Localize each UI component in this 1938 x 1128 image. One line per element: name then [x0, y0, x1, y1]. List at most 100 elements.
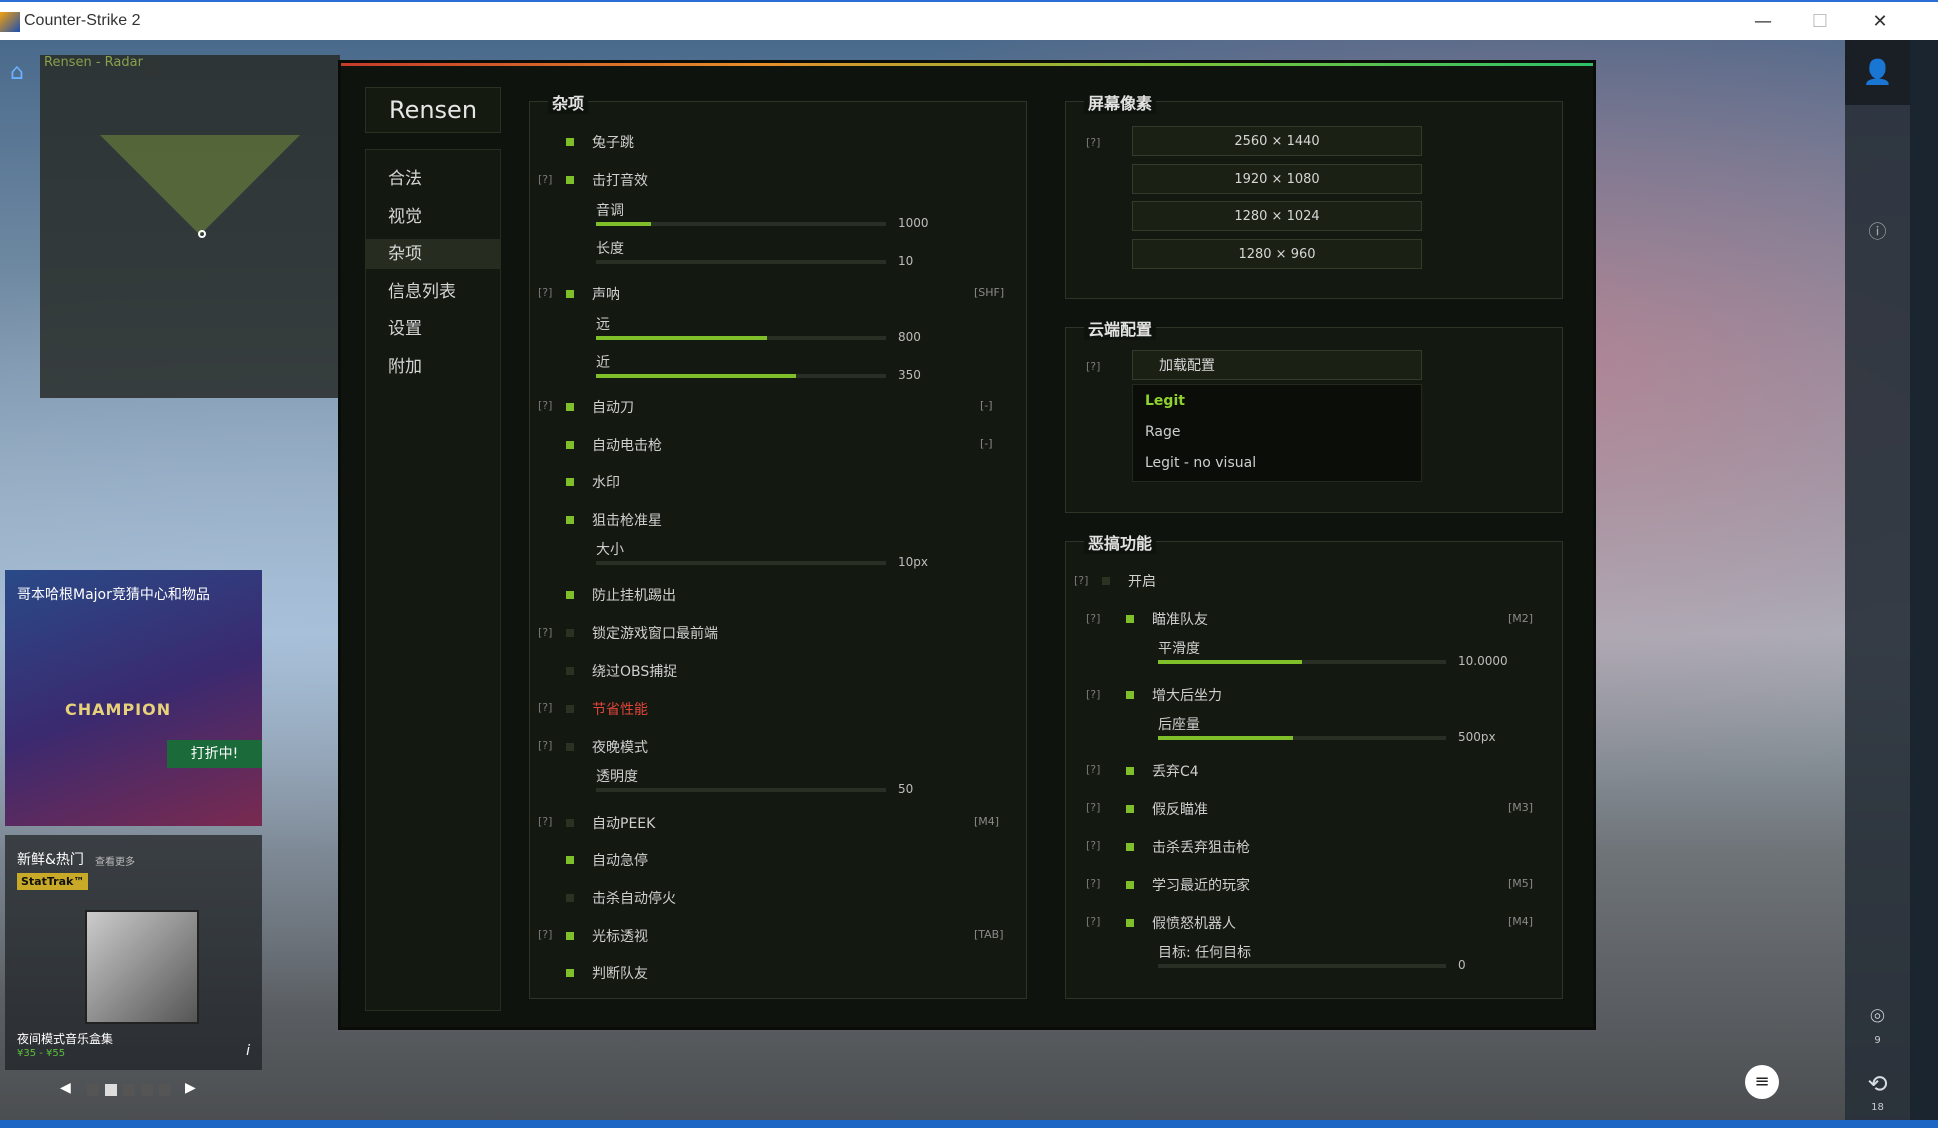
- tab-misc[interactable]: 杂项: [366, 239, 500, 269]
- help-icon[interactable]: [?]: [538, 815, 552, 828]
- slider-size[interactable]: [596, 561, 886, 565]
- checkbox-sonar[interactable]: [566, 290, 574, 298]
- taskbar-strip: [0, 1120, 1938, 1128]
- config-option[interactable]: Rage: [1145, 424, 1181, 440]
- filters-icon[interactable]: ≡: [1745, 1065, 1779, 1099]
- info-icon[interactable]: i: [246, 1043, 250, 1059]
- pager-dot-active[interactable]: [105, 1084, 117, 1096]
- checkbox-bunnyhop[interactable]: [566, 138, 574, 146]
- broadcast-icon[interactable]: ⌾: [1845, 1002, 1910, 1030]
- tab-visual[interactable]: 视觉: [366, 202, 500, 232]
- checkbox-mimic[interactable]: [1126, 881, 1134, 889]
- resolution-group: 屏幕像素 [?] 2560 × 1440 1920 × 1080 1280 × …: [1065, 90, 1563, 299]
- slider-length[interactable]: [596, 260, 886, 264]
- resolution-button[interactable]: 1280 × 960: [1132, 239, 1422, 269]
- keybind[interactable]: [M4]: [1508, 915, 1533, 928]
- checkbox-autopeek[interactable]: [566, 819, 574, 827]
- maximize-button[interactable]: ☐: [1795, 8, 1845, 36]
- checkbox-aim-team[interactable]: [1126, 615, 1134, 623]
- help-icon[interactable]: [?]: [538, 286, 552, 299]
- checkbox-autostop[interactable]: [566, 856, 574, 864]
- help-icon[interactable]: [?]: [1086, 801, 1100, 814]
- tab-settings[interactable]: 设置: [366, 314, 500, 344]
- promo-sale-badge[interactable]: 打折中!: [167, 740, 262, 768]
- help-icon[interactable]: [?]: [538, 928, 552, 941]
- pager-next-button[interactable]: ▶: [185, 1080, 196, 1096]
- keybind[interactable]: [M2]: [1508, 612, 1533, 625]
- help-icon[interactable]: [?]: [1086, 839, 1100, 852]
- promo-card-musickit[interactable]: 新鲜&热门 查看更多 StatTrak™ 夜间模式音乐盒集 ¥35 - ¥55 …: [5, 835, 262, 1070]
- checkbox-recoil[interactable]: [1126, 691, 1134, 699]
- help-icon[interactable]: [?]: [1086, 136, 1100, 149]
- checkbox-lock-window[interactable]: [566, 629, 574, 637]
- resolution-button[interactable]: 1280 × 1024: [1132, 201, 1422, 231]
- keybind[interactable]: [-]: [980, 399, 993, 412]
- pager-dot[interactable]: [123, 1084, 135, 1096]
- checkbox-fun-enable[interactable]: [1102, 577, 1110, 585]
- checkbox-watermark[interactable]: [566, 478, 574, 486]
- checkbox-hitsound[interactable]: [566, 176, 574, 184]
- checkbox-night-mode[interactable]: [566, 743, 574, 751]
- checkbox-anti-afk[interactable]: [566, 591, 574, 599]
- info-circle-icon[interactable]: ⓘ: [1845, 218, 1910, 244]
- help-icon[interactable]: [?]: [1086, 915, 1100, 928]
- checkbox-fake-aim[interactable]: [1126, 805, 1134, 813]
- load-config-button[interactable]: 加载配置: [1132, 350, 1422, 380]
- pager-dot[interactable]: [87, 1084, 99, 1096]
- checkbox-cursor-esp[interactable]: [566, 932, 574, 940]
- pager-dot[interactable]: [141, 1084, 153, 1096]
- tab-extras[interactable]: 附加: [366, 352, 500, 382]
- checkbox-autotaser[interactable]: [566, 441, 574, 449]
- label-team-check: 判断队友: [592, 966, 648, 982]
- help-icon[interactable]: [?]: [538, 739, 552, 752]
- help-icon[interactable]: [?]: [538, 701, 552, 714]
- keybind[interactable]: [-]: [980, 437, 993, 450]
- checkbox-drop-c4[interactable]: [1126, 767, 1134, 775]
- home-icon[interactable]: ⌂: [10, 60, 24, 85]
- help-icon[interactable]: [?]: [538, 399, 552, 412]
- keybind[interactable]: [M4]: [974, 815, 999, 828]
- slider-pitch[interactable]: [596, 222, 886, 226]
- keybind[interactable]: [SHF]: [974, 286, 1004, 299]
- checkbox-autoknife[interactable]: [566, 403, 574, 411]
- tab-info-list[interactable]: 信息列表: [366, 277, 500, 307]
- help-icon[interactable]: [?]: [1086, 360, 1100, 373]
- resolution-button[interactable]: 2560 × 1440: [1132, 126, 1422, 156]
- checkbox-angry-bot[interactable]: [1126, 919, 1134, 927]
- help-icon[interactable]: [?]: [1086, 763, 1100, 776]
- history-icon[interactable]: ⟲: [1845, 1070, 1910, 1098]
- pager-prev-button[interactable]: ◀: [60, 1080, 71, 1096]
- checkbox-save-perf[interactable]: [566, 705, 574, 713]
- checkbox-drop-sniper[interactable]: [1126, 843, 1134, 851]
- config-option[interactable]: Legit - no visual: [1145, 455, 1256, 471]
- help-icon[interactable]: [?]: [538, 626, 552, 639]
- help-icon[interactable]: [?]: [1086, 612, 1100, 625]
- config-option[interactable]: Legit: [1145, 393, 1185, 409]
- checkbox-bypass-obs[interactable]: [566, 667, 574, 675]
- promo-card-major[interactable]: 哥本哈根Major竞猜中心和物品 CHAMPION 打折中!: [5, 570, 262, 826]
- help-icon[interactable]: [?]: [538, 173, 552, 186]
- slider-smoothness[interactable]: [1158, 660, 1446, 664]
- close-button[interactable]: ✕: [1855, 8, 1905, 36]
- slider-far[interactable]: [596, 336, 886, 340]
- keybind[interactable]: [M5]: [1508, 877, 1533, 890]
- see-more-link[interactable]: 查看更多: [95, 853, 135, 868]
- profile-area[interactable]: 👤: [1845, 40, 1910, 105]
- keybind[interactable]: [TAB]: [974, 928, 1004, 941]
- minimize-button[interactable]: —: [1738, 8, 1788, 36]
- help-icon[interactable]: [?]: [1086, 688, 1100, 701]
- slider-opacity[interactable]: [596, 788, 886, 792]
- help-icon[interactable]: [?]: [1086, 877, 1100, 890]
- slider-recoil[interactable]: [1158, 736, 1446, 740]
- slider-near[interactable]: [596, 374, 886, 378]
- help-icon[interactable]: [?]: [1074, 574, 1088, 587]
- checkbox-team-check[interactable]: [566, 969, 574, 977]
- resolution-button[interactable]: 1920 × 1080: [1132, 164, 1422, 194]
- keybind[interactable]: [M3]: [1508, 801, 1533, 814]
- checkbox-sniper-crosshair[interactable]: [566, 516, 574, 524]
- profile-icon[interactable]: 👤: [1845, 58, 1910, 86]
- checkbox-kill-stop[interactable]: [566, 894, 574, 902]
- pager-dot[interactable]: [159, 1084, 171, 1096]
- slider-target[interactable]: [1158, 964, 1446, 968]
- tab-legit[interactable]: 合法: [366, 164, 500, 194]
